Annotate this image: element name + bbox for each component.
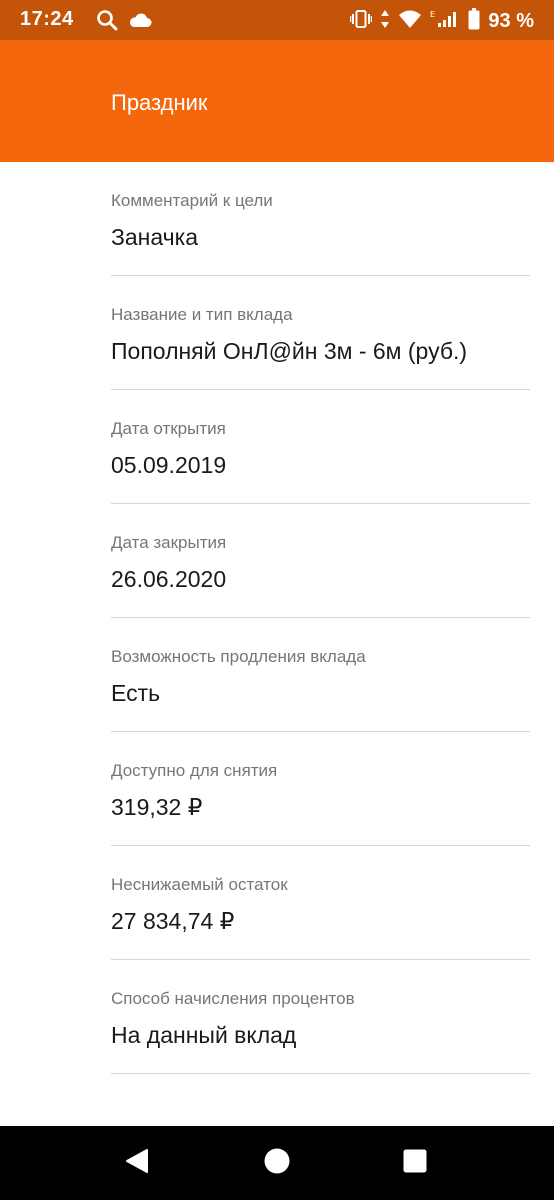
signal-icon: E [430,9,460,34]
field-value: Заначка [111,224,199,250]
battery-icon [468,8,480,35]
field-label: Неснижаемый остаток [111,875,288,894]
field-minimum-balance: Неснижаемый остаток 27 834,74 ₽ [111,846,530,960]
field-value: На данный вклад [111,1022,297,1048]
cloud-icon [128,11,152,34]
field-label: Дата закрытия [111,533,227,552]
field-available-withdrawal: Доступно для снятия 319,32 ₽ [111,732,530,846]
page-title: Праздник [111,90,208,115]
field-value: Пополняй ОнЛ@йн 3м - 6м (руб.) [111,338,468,364]
recents-icon [402,1148,428,1179]
field-value: 05.09.2019 [111,452,227,478]
field-value: 319,32 ₽ [111,794,203,820]
field-label: Способ начисления процентов [111,989,355,1008]
status-right-icons: E 93 % [350,8,534,35]
field-label: Название и тип вклада [111,305,293,324]
field-deposit-name-type: Название и тип вклада Пополняй ОнЛ@йн 3м… [111,276,530,390]
svg-text:E: E [430,10,435,19]
recents-button[interactable] [398,1146,432,1180]
navigation-bar [0,1126,554,1200]
battery-percent: 93 % [488,10,534,32]
field-label: Дата открытия [111,419,226,438]
field-label: Доступно для снятия [111,761,278,780]
field-value: Есть [111,680,161,706]
field-open-date: Дата открытия 05.09.2019 [111,390,530,504]
field-close-date: Дата закрытия 26.06.2020 [111,504,530,618]
screen: 17:24 E 93 % Праздник Комментарий к цели… [0,0,554,1200]
status-time: 17:24 [20,8,74,30]
vibrate-icon [350,9,373,34]
app-bar: Праздник [0,40,554,162]
status-bar: 17:24 E 93 % [0,0,554,40]
home-button[interactable] [260,1146,294,1180]
home-icon [263,1147,291,1180]
back-button[interactable] [120,1146,154,1180]
data-transfer-icon [380,9,390,34]
field-value: 27 834,74 ₽ [111,908,235,934]
field-goal-comment: Комментарий к цели Заначка [111,162,530,276]
wifi-icon [398,9,422,34]
details-list: Комментарий к цели Заначка Название и ти… [0,162,554,1074]
field-value: 26.06.2020 [111,566,227,592]
status-left-icons [96,9,152,36]
search-icon [96,9,118,36]
back-icon [124,1147,150,1180]
field-renewal-option: Возможность продления вклада Есть [111,618,530,732]
field-label: Комментарий к цели [111,191,273,210]
field-interest-method: Способ начисления процентов На данный вк… [111,960,530,1074]
field-label: Возможность продления вклада [111,647,366,666]
